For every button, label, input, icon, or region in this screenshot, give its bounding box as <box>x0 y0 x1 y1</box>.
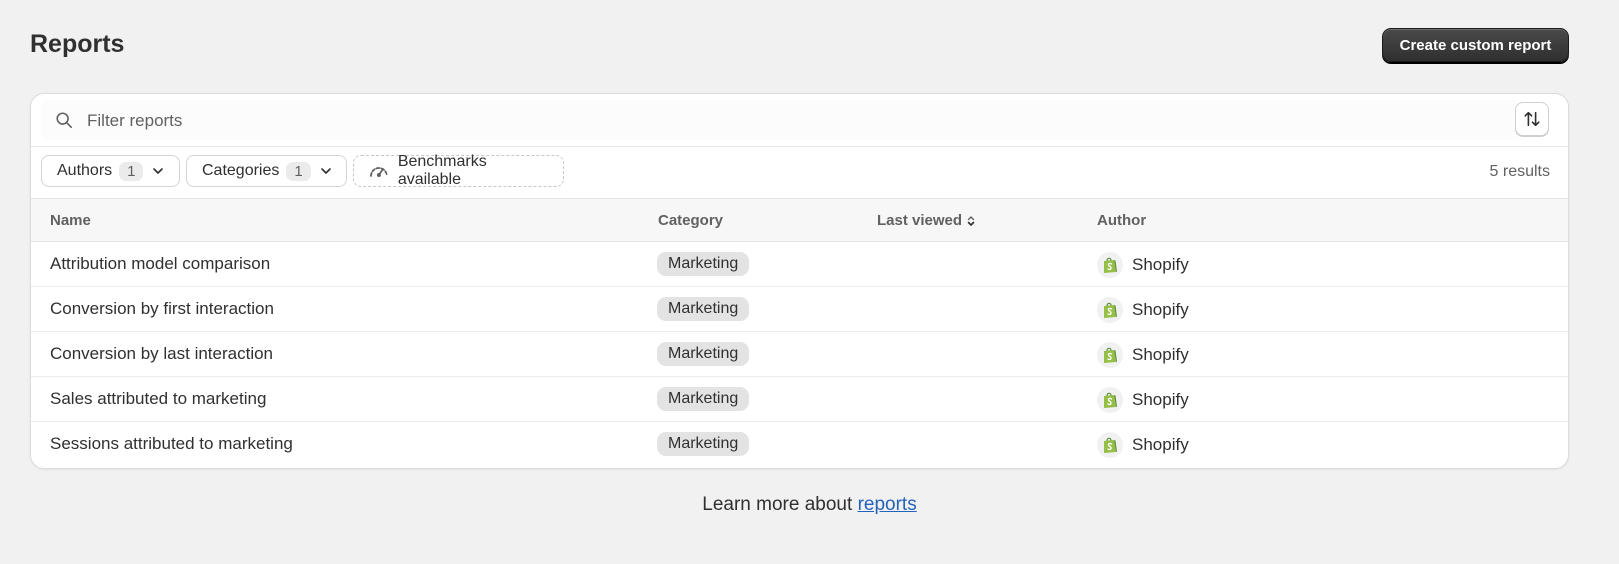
category-badge: Marketing <box>657 387 750 411</box>
search-icon <box>56 112 73 129</box>
category-badge: Marketing <box>657 252 750 276</box>
author-name: Shopify <box>1132 390 1189 409</box>
table-row[interactable]: Attribution model comparison Marketing S… <box>31 242 1568 287</box>
filter-row: Authors 1 Categories 1 Benchmarks availa… <box>31 146 1568 198</box>
search-row <box>31 94 1568 147</box>
learn-more-prefix: Learn more about <box>702 494 853 515</box>
shopify-logo-icon <box>1097 252 1123 278</box>
chevron-down-icon <box>320 168 331 174</box>
reports-link[interactable]: reports <box>858 494 917 515</box>
page-title: Reports <box>30 30 125 58</box>
chevron-down-icon <box>153 168 164 174</box>
reports-card: Authors 1 Categories 1 Benchmarks availa… <box>30 93 1569 469</box>
authors-filter-count: 1 <box>119 161 144 181</box>
sort-button[interactable] <box>1515 102 1549 136</box>
create-custom-report-button[interactable]: Create custom report <box>1382 28 1569 62</box>
results-count: 5 results <box>1489 163 1550 180</box>
shopify-logo-icon <box>1097 387 1123 413</box>
shopify-logo-icon <box>1097 432 1123 458</box>
author-name: Shopify <box>1132 345 1189 364</box>
author-cell: Shopify <box>1097 342 1189 368</box>
author-name: Shopify <box>1132 435 1189 454</box>
author-name: Shopify <box>1132 255 1189 274</box>
benchmarks-filter-label: Benchmarks available <box>397 153 487 188</box>
report-name[interactable]: Conversion by first interaction <box>50 299 274 319</box>
table-row[interactable]: Sales attributed to marketing Marketing … <box>31 377 1568 422</box>
author-cell: Shopify <box>1097 387 1189 413</box>
shopify-logo-icon <box>1097 297 1123 323</box>
categories-filter[interactable]: Categories 1 <box>186 155 347 187</box>
category-badge: Marketing <box>657 432 750 456</box>
author-cell: Shopify <box>1097 297 1189 323</box>
table-row[interactable]: Conversion by first interaction Marketin… <box>31 287 1568 332</box>
author-cell: Shopify <box>1097 252 1189 278</box>
column-header-last-viewed[interactable]: Last viewed <box>877 212 976 229</box>
authors-filter[interactable]: Authors 1 <box>41 155 180 187</box>
report-name[interactable]: Conversion by last interaction <box>50 344 273 364</box>
sort-icon <box>1524 111 1540 127</box>
categories-filter-count: 1 <box>286 161 311 181</box>
benchmarks-filter[interactable]: Benchmarks available <box>353 153 564 188</box>
column-header-category[interactable]: Category <box>658 212 723 229</box>
report-name[interactable]: Sales attributed to marketing <box>50 389 266 409</box>
shopify-logo-icon <box>1097 342 1123 368</box>
column-header-last-viewed-label: Last viewed <box>877 212 963 229</box>
column-header-name[interactable]: Name <box>50 212 91 229</box>
learn-more-text: Learn more about reports <box>0 494 1619 516</box>
column-header-author[interactable]: Author <box>1097 212 1146 229</box>
authors-filter-label: Authors <box>57 162 113 179</box>
author-name: Shopify <box>1132 300 1189 319</box>
category-badge: Marketing <box>657 297 750 321</box>
search-input[interactable] <box>85 106 1489 136</box>
categories-filter-label: Categories <box>202 162 280 179</box>
sort-caret-icon <box>967 215 975 226</box>
table-header: Name Category Last viewed Author <box>31 198 1568 242</box>
category-badge: Marketing <box>657 342 750 366</box>
table-row[interactable]: Sessions attributed to marketing Marketi… <box>31 422 1568 467</box>
report-name[interactable]: Sessions attributed to marketing <box>50 434 293 454</box>
gauge-icon <box>370 167 388 177</box>
table-row[interactable]: Conversion by last interaction Marketing… <box>31 332 1568 377</box>
report-name[interactable]: Attribution model comparison <box>50 254 270 274</box>
search-field[interactable] <box>41 100 1521 140</box>
author-cell: Shopify <box>1097 432 1189 458</box>
